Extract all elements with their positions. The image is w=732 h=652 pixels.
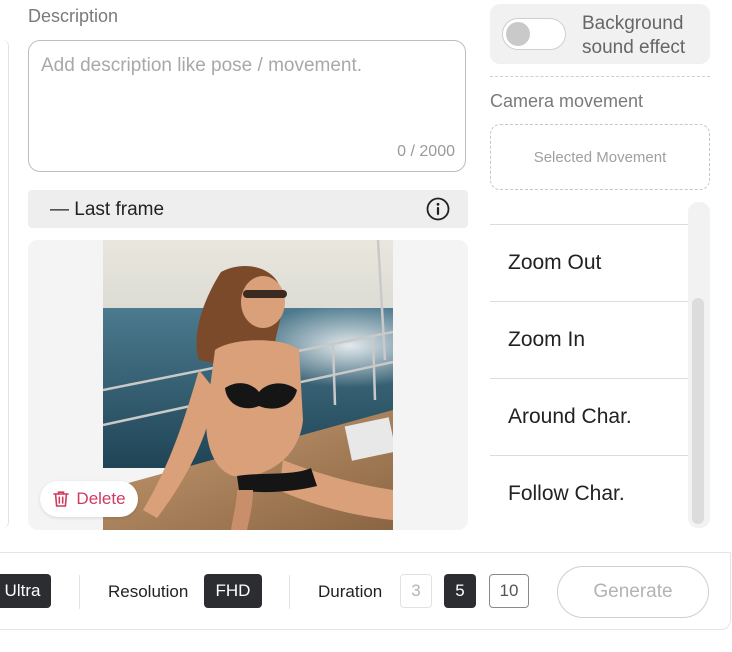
resolution-label: Resolution xyxy=(108,582,189,601)
camera-movement-label: Camera movement xyxy=(490,91,644,111)
movement-item-follow-char[interactable]: Follow Char. xyxy=(490,455,688,528)
section-divider xyxy=(490,76,710,77)
resolution-fhd-button[interactable]: FHD xyxy=(204,574,262,608)
movement-item-zoom-in[interactable]: Zoom In xyxy=(490,301,688,378)
video-generation-panel: Description Add description like pose / … xyxy=(0,0,732,652)
duration-3-button[interactable]: 3 xyxy=(400,574,432,608)
last-frame-label: — Last frame xyxy=(50,199,165,220)
description-label: Description xyxy=(28,6,119,26)
info-icon[interactable] xyxy=(426,197,450,221)
background-sound-card: Background sound effect xyxy=(490,4,710,64)
description-placeholder: Add description like pose / movement. xyxy=(41,55,363,76)
toggle-knob xyxy=(506,22,530,46)
character-counter: 0 / 2000 xyxy=(397,143,455,160)
delete-label: Delete xyxy=(76,489,126,508)
duration-10-button[interactable]: 10 xyxy=(489,574,529,608)
description-textarea[interactable]: Add description like pose / movement. 0 … xyxy=(28,40,466,172)
quality-ultra-button[interactable]: Ultra xyxy=(0,574,51,608)
movement-list-scrollbar[interactable] xyxy=(688,202,710,528)
bottom-toolbar: Ultra Resolution FHD Duration 3 5 10 Gen… xyxy=(0,552,731,630)
toolbar-separator xyxy=(79,575,80,609)
last-frame-image xyxy=(103,240,393,530)
duration-label: Duration xyxy=(318,582,383,601)
selected-movement-placeholder: Selected Movement xyxy=(533,148,667,166)
duration-5-button[interactable]: 5 xyxy=(444,574,476,608)
background-sound-label: Background sound effect xyxy=(582,13,686,58)
left-panel-edge xyxy=(0,40,9,528)
toolbar-separator xyxy=(289,575,290,609)
movement-item-around-char[interactable]: Around Char. xyxy=(490,378,688,455)
background-sound-toggle[interactable] xyxy=(502,18,566,50)
scrollbar-thumb[interactable] xyxy=(692,298,704,524)
camera-movement-list: Zoom Out Zoom In Around Char. Follow Cha… xyxy=(490,202,710,528)
selected-movement-dropzone[interactable]: Selected Movement xyxy=(490,124,710,190)
generate-button[interactable]: Generate xyxy=(557,566,709,618)
trash-icon xyxy=(53,491,70,507)
last-frame-preview: Delete xyxy=(28,240,468,530)
delete-button[interactable]: Delete xyxy=(40,481,138,517)
movement-item-zoom-out[interactable]: Zoom Out xyxy=(490,224,688,301)
last-frame-header[interactable]: — Last frame xyxy=(28,190,468,228)
